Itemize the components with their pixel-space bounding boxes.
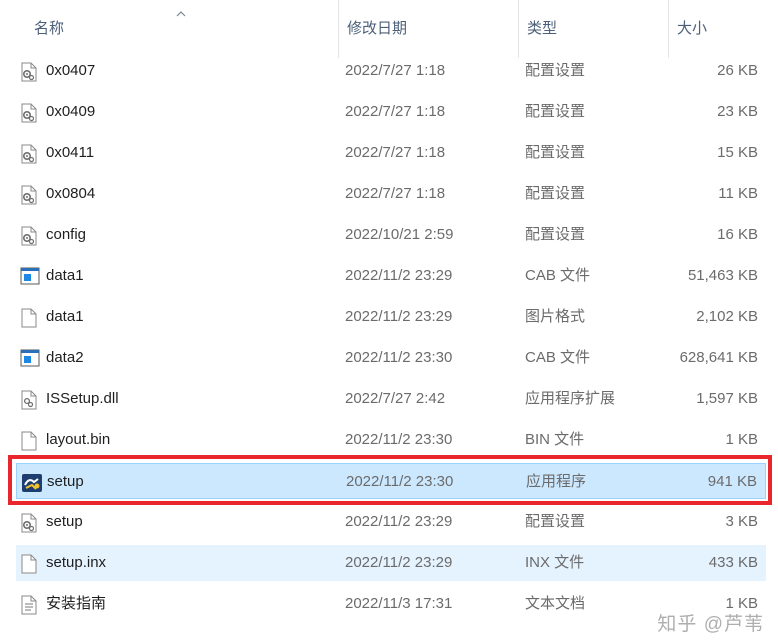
file-size: 51,463 KB <box>687 267 758 284</box>
file-name: setup <box>46 513 83 530</box>
file-name: 0x0804 <box>46 185 96 202</box>
blank-file-icon <box>20 299 42 335</box>
file-name: 0x0409 <box>46 103 96 120</box>
settings-file-icon <box>20 135 42 171</box>
dll-file-icon <box>20 381 42 417</box>
file-name: layout.bin <box>46 431 111 448</box>
file-date: 2022/7/27 1:18 <box>345 144 446 161</box>
cab-file-icon <box>20 340 42 376</box>
file-type: 文本文档 <box>525 595 586 612</box>
file-size: 15 KB <box>717 144 758 161</box>
file-date: 2022/11/2 23:30 <box>345 349 453 366</box>
file-row[interactable]: 安装指南 2022/11/3 17:31 文本文档 1 KB <box>16 586 766 622</box>
file-size: 628,641 KB <box>679 349 758 366</box>
file-type: CAB 文件 <box>525 349 591 366</box>
column-header-date[interactable]: 修改日期 <box>338 0 518 58</box>
column-header-bar: 名称 修改日期 类型 大小 <box>0 0 778 58</box>
file-row[interactable]: data1 2022/11/2 23:29 图片格式 2,102 KB <box>16 299 766 335</box>
sort-ascending-icon <box>176 11 186 17</box>
file-date: 2022/11/2 23:29 <box>345 554 453 571</box>
settings-file-icon <box>20 217 42 253</box>
blank-file-icon <box>20 545 42 581</box>
file-date: 2022/11/2 23:30 <box>346 473 454 490</box>
file-row[interactable]: 0x0407 2022/7/27 1:18 配置设置 26 KB <box>16 53 766 89</box>
setup-exe-icon <box>21 464 43 500</box>
file-size: 11 KB <box>718 185 758 202</box>
file-name: setup.inx <box>46 554 107 571</box>
file-type: INX 文件 <box>525 554 585 571</box>
file-type: 配置设置 <box>525 62 586 79</box>
file-row[interactable]: setup 2022/11/2 23:29 配置设置 3 KB <box>16 504 766 540</box>
file-size: 26 KB <box>717 62 758 79</box>
file-name: 0x0407 <box>46 62 96 79</box>
file-name: config <box>46 226 87 243</box>
text-file-icon <box>20 586 42 622</box>
file-size: 1 KB <box>725 431 758 448</box>
file-name: ISSetup.dll <box>46 390 119 407</box>
file-size: 2,102 KB <box>696 308 758 325</box>
file-type: 应用程序 <box>526 473 587 490</box>
file-row[interactable]: ISSetup.dll 2022/7/27 2:42 应用程序扩展 1,597 KB <box>16 381 766 417</box>
file-type: 配置设置 <box>525 185 586 202</box>
file-row[interactable]: 0x0411 2022/7/27 1:18 配置设置 15 KB <box>16 135 766 171</box>
file-name: data1 <box>46 267 84 284</box>
file-row[interactable]: layout.bin 2022/11/2 23:30 BIN 文件 1 KB <box>16 422 766 458</box>
file-date: 2022/11/2 23:29 <box>345 513 453 530</box>
settings-file-icon <box>20 94 42 130</box>
settings-file-icon <box>20 53 42 89</box>
file-type: 配置设置 <box>525 103 586 120</box>
file-name: data1 <box>46 308 84 325</box>
file-date: 2022/7/27 1:18 <box>345 62 446 79</box>
settings-file-icon <box>20 176 42 212</box>
file-row[interactable]: config 2022/10/21 2:59 配置设置 16 KB <box>16 217 766 253</box>
file-type: CAB 文件 <box>525 267 591 284</box>
file-date: 2022/7/27 2:42 <box>345 390 446 407</box>
file-date: 2022/11/3 17:31 <box>345 595 453 612</box>
file-name: 安装指南 <box>46 595 107 612</box>
file-date: 2022/7/27 1:18 <box>345 103 446 120</box>
watermark: 知乎 @芦苇 <box>657 614 764 635</box>
file-name: data2 <box>46 349 84 366</box>
file-type: 配置设置 <box>525 513 586 530</box>
file-size: 433 KB <box>708 554 758 571</box>
cab-file-icon <box>20 258 42 294</box>
file-size: 3 KB <box>725 513 758 530</box>
file-size: 23 KB <box>717 103 758 120</box>
file-size: 1,597 KB <box>696 390 758 407</box>
file-size: 16 KB <box>717 226 758 243</box>
file-type: 应用程序扩展 <box>525 390 616 407</box>
file-row[interactable]: setup 2022/11/2 23:30 应用程序 941 KB <box>16 463 766 499</box>
column-header-name[interactable]: 名称 <box>0 0 338 58</box>
file-name: setup <box>47 473 84 490</box>
settings-file-icon <box>20 504 42 540</box>
file-date: 2022/11/2 23:29 <box>345 308 453 325</box>
file-type: 配置设置 <box>525 144 586 161</box>
file-date: 2022/10/21 2:59 <box>345 226 454 243</box>
file-type: 配置设置 <box>525 226 586 243</box>
file-row[interactable]: setup.inx 2022/11/2 23:29 INX 文件 433 KB <box>16 545 766 581</box>
file-row[interactable]: data1 2022/11/2 23:29 CAB 文件 51,463 KB <box>16 258 766 294</box>
file-type: BIN 文件 <box>525 431 585 448</box>
file-date: 2022/7/27 1:18 <box>345 185 446 202</box>
file-row[interactable]: 0x0804 2022/7/27 1:18 配置设置 11 KB <box>16 176 766 212</box>
file-row[interactable]: data2 2022/11/2 23:30 CAB 文件 628,641 KB <box>16 340 766 376</box>
file-type: 图片格式 <box>525 308 586 325</box>
column-header-size[interactable]: 大小 <box>668 0 778 58</box>
file-size: 941 KB <box>707 473 757 490</box>
file-name: 0x0411 <box>46 144 95 161</box>
file-date: 2022/11/2 23:30 <box>345 431 453 448</box>
column-header-type[interactable]: 类型 <box>518 0 668 58</box>
file-date: 2022/11/2 23:29 <box>345 267 453 284</box>
blank-file-icon <box>20 422 42 458</box>
file-row[interactable]: 0x0409 2022/7/27 1:18 配置设置 23 KB <box>16 94 766 130</box>
